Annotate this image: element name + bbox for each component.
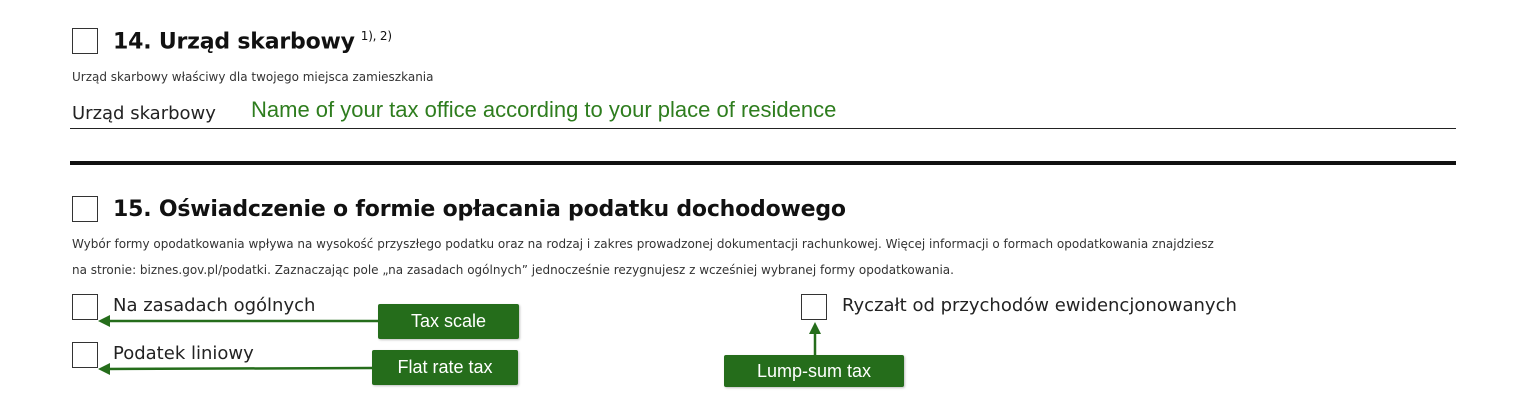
section-15-checkbox[interactable]	[72, 196, 98, 222]
section-14-footnote: 1), 2)	[360, 29, 392, 43]
section-divider	[70, 161, 1456, 165]
option-tax-scale-checkbox[interactable]	[72, 294, 98, 320]
tax-scale-tag: Tax scale	[378, 304, 519, 339]
lump-sum-tag: Lump-sum tax	[724, 355, 904, 387]
tax-office-field-value[interactable]: Name of your tax office according to you…	[251, 97, 836, 123]
section-14-checkbox[interactable]	[72, 28, 98, 54]
lump-sum-arrow-head	[809, 322, 821, 334]
section-14-description: Urząd skarbowy właściwy dla twojego miej…	[72, 70, 434, 84]
tax-office-field-label: Urząd skarbowy	[72, 103, 216, 124]
option-lump-sum-label: Ryczałt od przychodów ewidencjonowanych	[842, 295, 1237, 316]
tax-office-field-underline	[70, 128, 1456, 129]
flat-rate-arrow-line	[103, 366, 373, 371]
section-15-title: 15. Oświadczenie o formie opłacania poda…	[113, 197, 846, 222]
option-flat-rate-checkbox[interactable]	[72, 342, 98, 368]
section-14-title: 14. Urząd skarbowy 1), 2)	[113, 29, 392, 54]
option-lump-sum-checkbox[interactable]	[801, 294, 827, 320]
section-14-title-text: 14. Urząd skarbowy	[113, 29, 355, 55]
section-15-description-line-2: na stronie: biznes.gov.pl/podatki. Zazna…	[72, 263, 954, 277]
flat-rate-arrow-head	[98, 363, 110, 375]
flat-rate-tag: Flat rate tax	[372, 350, 518, 385]
option-tax-scale-label: Na zasadach ogólnych	[113, 295, 316, 316]
section-15-description-line-1: Wybór formy opodatkowania wpływa na wyso…	[72, 237, 1214, 251]
tax-scale-arrow-head	[98, 315, 110, 327]
option-flat-rate-label: Podatek liniowy	[113, 343, 254, 364]
